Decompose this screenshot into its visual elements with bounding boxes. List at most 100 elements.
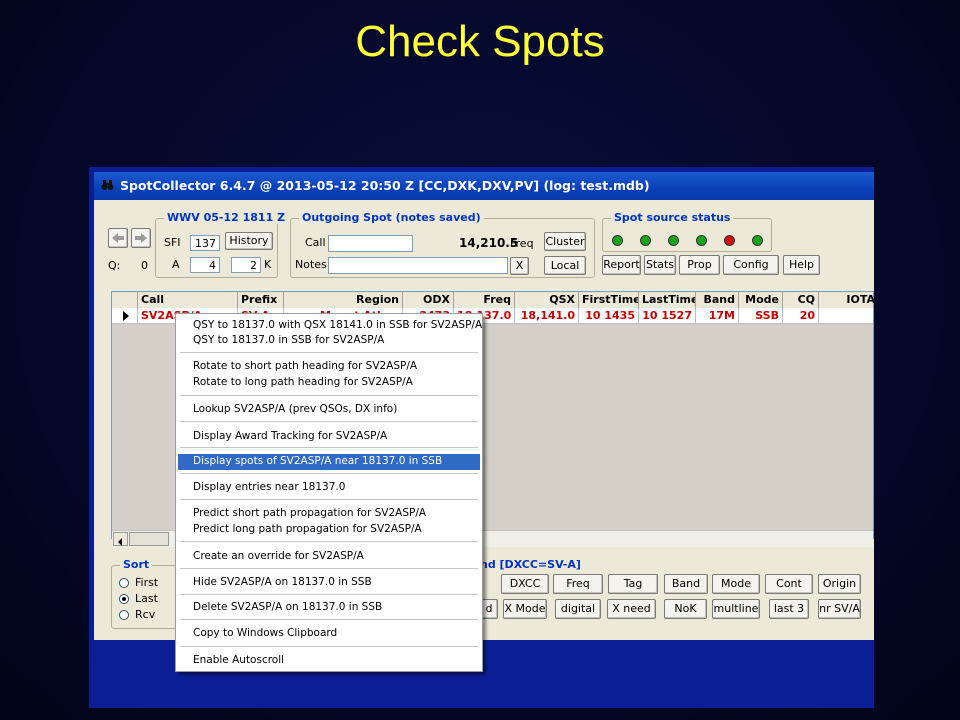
context-menu-item[interactable]: Rotate to long path heading for SV2ASP/A (178, 376, 480, 389)
context-menu-item[interactable]: Create an override for SV2ASP/A (178, 550, 480, 563)
column-header[interactable]: ODX (403, 292, 454, 308)
source-help-button[interactable]: Help (783, 255, 820, 275)
context-menu-item[interactable]: QSY to 18137.0 in SSB for SV2ASP/A (178, 334, 480, 347)
row-selector[interactable] (112, 308, 138, 323)
a-label: A (172, 258, 180, 271)
outgoing-spot-group: Outgoing Spot (notes saved) Call 14,210.… (290, 211, 595, 278)
column-header[interactable]: Mode (739, 292, 783, 308)
column-header[interactable]: CQ (783, 292, 819, 308)
source-prop-button[interactable]: Prop (679, 255, 720, 275)
slide-title: Check Spots (355, 17, 605, 66)
scroll-thumb[interactable] (129, 532, 169, 546)
context-menu-item[interactable]: Display spots of SV2ASP/A near 18137.0 i… (178, 454, 480, 470)
menu-separator (180, 447, 478, 448)
grid-header: Call Prefix Region ODX Freq QSX FirstTime LastT… (112, 292, 874, 309)
back-button[interactable] (108, 228, 128, 248)
context-menu-item[interactable]: Display Award Tracking for SV2ASP/A (178, 430, 480, 443)
column-header[interactable]: LastTime (639, 292, 696, 308)
context-menu-item[interactable]: Enable Autoscroll (178, 654, 480, 667)
menu-separator (180, 473, 478, 474)
menu-separator (180, 421, 478, 422)
forward-button[interactable] (131, 228, 151, 248)
status-led (696, 235, 707, 246)
context-menu: QSY to 18137.0 with QSX 18141.0 in SSB f… (175, 313, 483, 672)
column-header[interactable]: FirstTime (579, 292, 639, 308)
filter-nr-sv-a-button[interactable]: nr SV/A (818, 599, 861, 619)
clear-notes-button[interactable]: X (510, 257, 529, 275)
wwv-group: WWV 05-12 1811 Z SFI 137 History A 4 2 K (155, 211, 289, 278)
source-report-button[interactable]: Report (602, 255, 641, 275)
context-menu-item[interactable]: Display entries near 18137.0 (178, 481, 480, 494)
menu-separator (180, 619, 478, 620)
sort-last-radio[interactable] (119, 594, 129, 604)
status-led (724, 235, 735, 246)
source-stats-button[interactable]: Stats (644, 255, 676, 275)
filter-origin-button[interactable]: Origin (818, 574, 861, 594)
filter-digital-button[interactable]: digital (555, 599, 601, 619)
arrow-right-icon (135, 233, 147, 243)
sort-first-radio[interactable] (119, 578, 129, 588)
table-cell: 17M (696, 308, 739, 323)
window-titlebar[interactable]: SpotCollector 6.4.7 @ 2013-05-12 20:50 Z… (94, 172, 874, 200)
filter-mode-button[interactable]: Mode (712, 574, 760, 594)
call-field[interactable] (328, 235, 413, 252)
filter-cont-button[interactable]: Cont (765, 574, 813, 594)
outgoing-spot-label: Outgoing Spot (notes saved) (299, 211, 484, 224)
context-menu-item[interactable]: Rotate to short path heading for SV2ASP/… (178, 360, 480, 373)
filter-x-need-button[interactable]: X need (607, 599, 656, 619)
menu-separator (180, 395, 478, 396)
column-header[interactable]: QSX (515, 292, 579, 308)
binoculars-icon (101, 180, 114, 190)
a-field[interactable]: 4 (190, 257, 220, 273)
context-menu-item[interactable]: Delete SV2ASP/A on 18137.0 in SSB (178, 601, 480, 614)
filter-freq-button[interactable]: Freq (553, 574, 603, 594)
k-field[interactable]: 2 (231, 257, 261, 273)
column-header[interactable]: Prefix (238, 292, 284, 308)
history-button[interactable]: History (225, 232, 273, 250)
status-led (752, 235, 763, 246)
freq-label: Freq (510, 237, 534, 250)
sort-option-label: Last (135, 592, 158, 605)
context-menu-item[interactable]: Copy to Windows Clipboard (178, 627, 480, 640)
column-header[interactable]: Call (138, 292, 238, 308)
sort-label: Sort (120, 558, 153, 571)
status-led (668, 235, 679, 246)
column-header[interactable]: Freq (454, 292, 515, 308)
context-menu-item[interactable]: Predict short path propagation for SV2AS… (178, 507, 480, 520)
column-header[interactable]: Band (696, 292, 739, 308)
menu-separator (180, 594, 478, 595)
arrow-left-icon (112, 233, 124, 243)
sort-group: Sort First Last Rcv (111, 558, 183, 629)
sort-rcv-radio[interactable] (119, 610, 129, 620)
column-header[interactable]: Region (284, 292, 403, 308)
filter-nok-button[interactable]: NoK (664, 599, 707, 619)
context-menu-item[interactable]: Predict long path propagation for SV2ASP… (178, 523, 480, 536)
status-led (640, 235, 651, 246)
filter-band-button[interactable]: Band (664, 574, 708, 594)
notes-field[interactable] (328, 257, 508, 274)
column-header[interactable]: IOTA (819, 292, 874, 308)
filter-x-mode-button[interactable]: X Mode (503, 599, 547, 619)
filter-dxcc-button[interactable]: DXCC (501, 574, 549, 594)
filter-tag-button[interactable]: Tag (608, 574, 658, 594)
context-menu-item[interactable]: Lookup SV2ASP/A (prev QSOs, DX info) (178, 403, 480, 416)
q-label: Q: (108, 259, 121, 272)
row-selector-header (112, 292, 138, 308)
table-cell: 10 1527 (639, 308, 696, 323)
filter-last-3-button[interactable]: last 3 (769, 599, 809, 619)
table-cell: 10 1435 (579, 308, 639, 323)
sort-option-label: First (135, 576, 159, 589)
context-menu-item[interactable]: Hide SV2ASP/A on 18137.0 in SSB (178, 576, 480, 589)
scroll-left-button[interactable] (113, 532, 128, 546)
k-label: K (264, 258, 272, 271)
source-config-button[interactable]: Config (723, 255, 779, 275)
sfi-field[interactable]: 137 (190, 235, 220, 251)
window-title: SpotCollector 6.4.7 @ 2013-05-12 20:50 Z… (120, 178, 650, 193)
menu-separator (180, 646, 478, 647)
local-button[interactable]: Local (544, 256, 586, 275)
cluster-button[interactable]: Cluster (544, 232, 586, 251)
triangle-left-icon (118, 538, 122, 546)
filter-multline-button[interactable]: multline (712, 599, 760, 619)
context-menu-item[interactable]: QSY to 18137.0 with QSX 18141.0 in SSB f… (178, 319, 482, 332)
wwv-label: WWV 05-12 1811 Z (164, 211, 289, 224)
